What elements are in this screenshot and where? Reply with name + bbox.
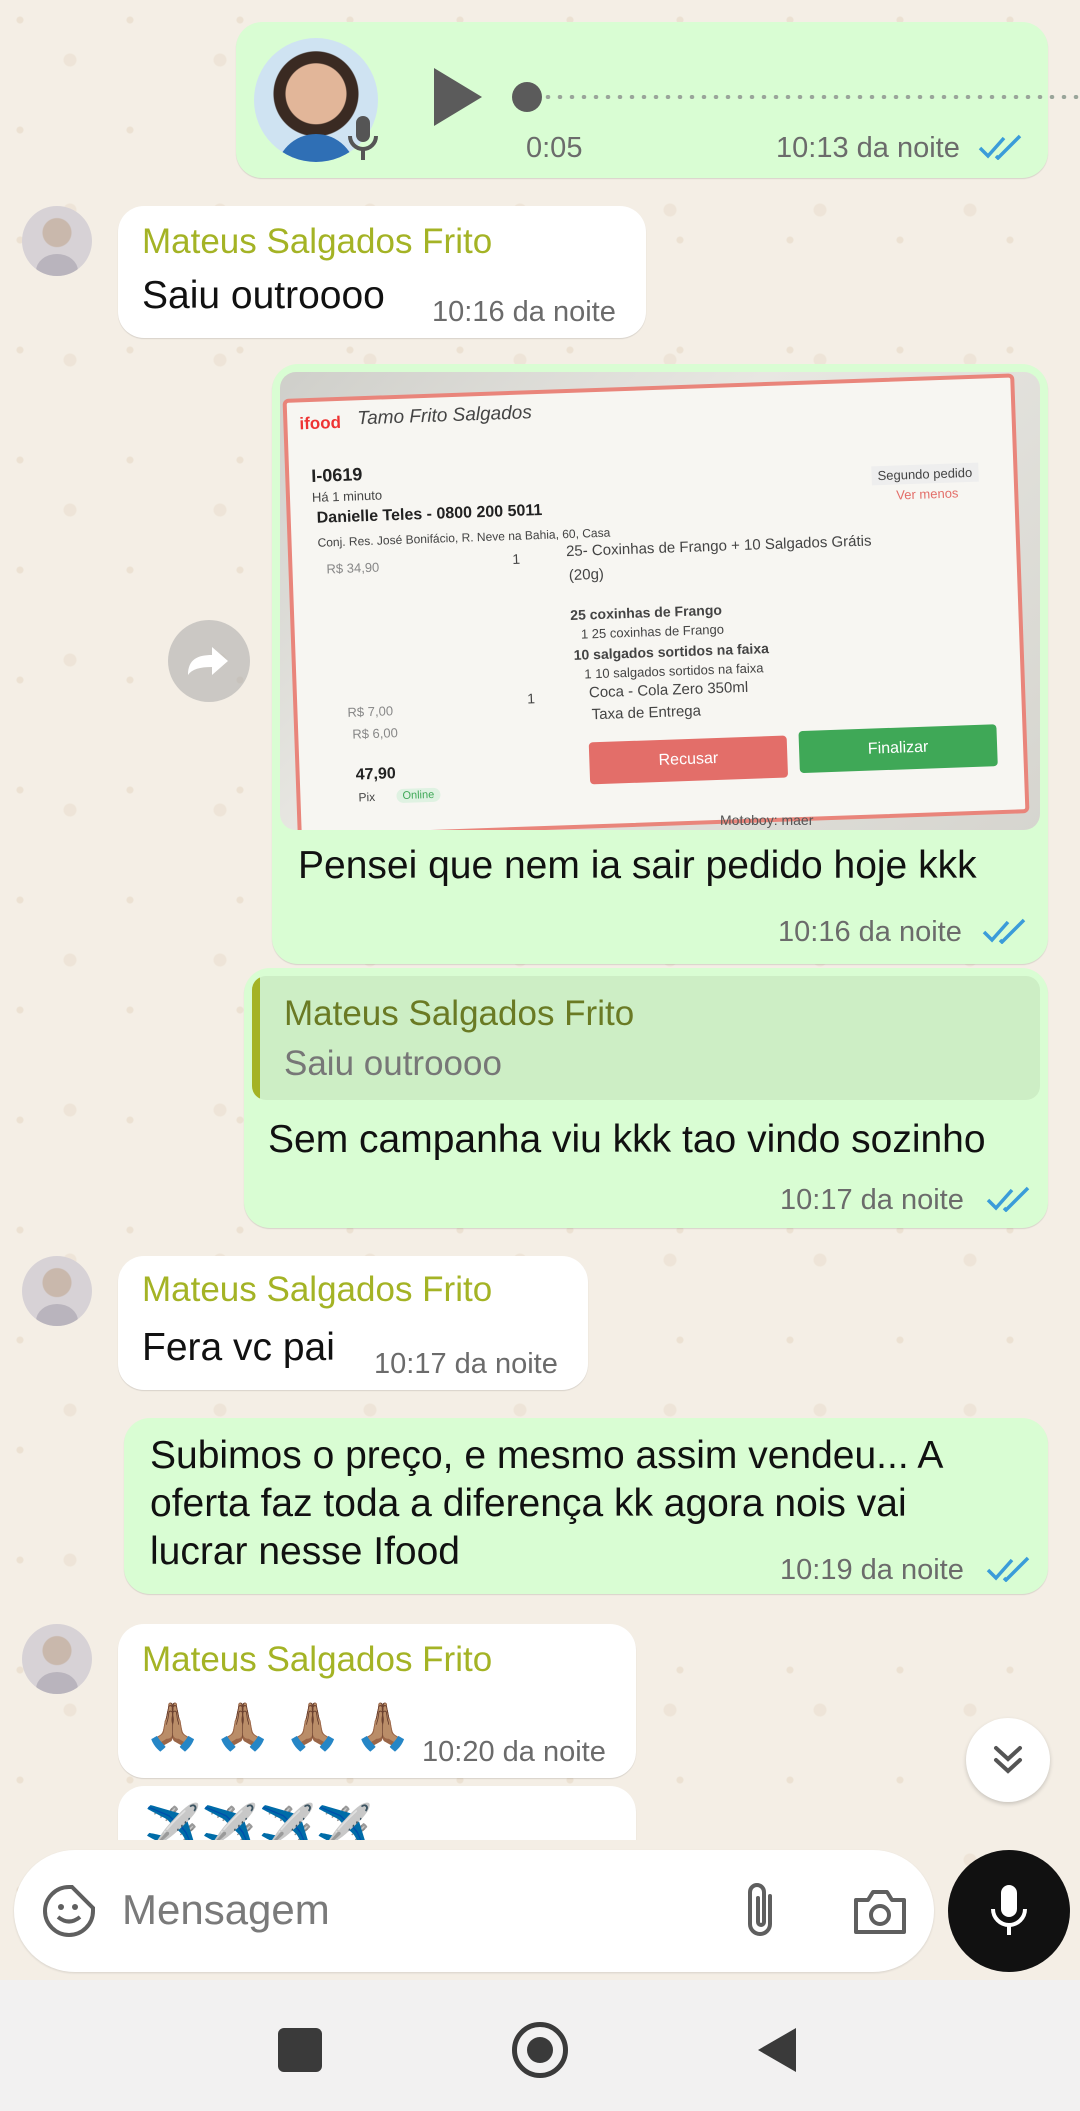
message-line: lucrar nesse Ifood	[150, 1530, 461, 1573]
voice-message-bubble[interactable]: 0:05 10:13 da noite	[236, 22, 1080, 178]
message-time: 10:16 da noite	[778, 916, 962, 948]
mic-icon	[346, 114, 380, 169]
quoted-sender: Mateus Salgados Frito	[284, 994, 635, 1033]
quoted-text: Saiu outroooo	[284, 1044, 502, 1083]
voice-record-button[interactable]	[948, 1850, 1070, 1972]
scroll-to-bottom-button[interactable]	[966, 1718, 1050, 1802]
drink-price: R$ 7,00	[347, 703, 394, 720]
item-qty: 1	[511, 550, 521, 567]
message-composer[interactable]: Mensagem	[14, 1850, 934, 1972]
photo-footer-text: Motoboy: maer	[720, 812, 814, 828]
photo-message-bubble[interactable]: ifood Tamo Frito Salgados I-0619 Há 1 mi…	[272, 364, 1048, 964]
message-line: oferta faz toda a diferença kk agora noi…	[150, 1482, 907, 1525]
chat-area[interactable]: 0:05 10:13 da noite Mateus Salgados Frit…	[0, 0, 1080, 1840]
sender-name[interactable]: Mateus Salgados Frito	[142, 1270, 492, 1310]
home-icon[interactable]	[512, 2022, 568, 2078]
item-name: 25- Coxinhas de Frango + 10 Salgados Grá…	[565, 532, 872, 561]
drink-name: Coca - Cola Zero 350ml	[588, 678, 749, 702]
sender-name[interactable]: Mateus Salgados Frito	[142, 222, 492, 262]
incoming-message-bubble[interactable]: Mateus Salgados Frito 🙏🏽 🙏🏽 🙏🏽 🙏🏽 10:20 …	[118, 1624, 636, 1778]
payment-method: Pix	[358, 789, 376, 805]
sticker-icon[interactable]	[42, 1884, 96, 1943]
item-option: 10 salgados sortidos na faixa	[573, 640, 770, 663]
avatar[interactable]	[22, 1624, 92, 1694]
message-time: 10:16 da noite	[432, 296, 616, 328]
message-text: Sem campanha viu kkk tao vindo sozinho	[268, 1118, 986, 1161]
item-size: (20g)	[568, 565, 605, 585]
audio-waveform[interactable]	[542, 95, 1080, 99]
see-less-link: Ver menos	[896, 485, 959, 503]
finish-order-button: Finalizar	[798, 724, 998, 774]
read-ticks-icon	[986, 1556, 1032, 1583]
message-time: 10:19 da noite	[780, 1554, 964, 1586]
read-ticks-icon	[978, 134, 1024, 161]
ifood-logo: ifood	[299, 412, 342, 434]
message-time: 10:17 da noite	[780, 1184, 964, 1216]
message-time: 10:17 da noite	[374, 1348, 558, 1380]
order-time: Há 1 minuto	[311, 487, 383, 505]
forward-icon	[188, 647, 228, 675]
mic-icon	[991, 1885, 1027, 1935]
incoming-message-bubble[interactable]: Mateus Salgados Frito Fera vc pai 10:17 …	[118, 1256, 588, 1390]
payment-badge: Online	[396, 787, 441, 804]
customer-name: Danielle Teles - 0800 200 5011	[316, 501, 543, 527]
message-line: Subimos o preço, e mesmo assim vendeu...…	[150, 1434, 944, 1477]
item-price: R$ 34,90	[326, 559, 380, 577]
quoted-message[interactable]: Mateus Salgados Frito Saiu outroooo	[252, 976, 1040, 1100]
avatar[interactable]	[22, 206, 92, 276]
message-emoji: ✈️✈️✈️✈️	[144, 1802, 374, 1840]
message-input[interactable]: Mensagem	[122, 1886, 330, 1934]
camera-icon[interactable]	[852, 1886, 908, 1941]
item-option-detail: 1 25 coxinhas de Frango	[580, 621, 725, 642]
store-name: Tamo Frito Salgados	[356, 402, 533, 430]
message-text: Saiu outroooo	[142, 274, 385, 317]
recents-icon[interactable]	[278, 2028, 322, 2072]
fee-price: R$ 6,00	[352, 725, 399, 742]
order-screen: ifood Tamo Frito Salgados I-0619 Há 1 mi…	[282, 373, 1030, 830]
message-time: 10:13 da noite	[776, 132, 960, 164]
fee-name: Taxa de Entrega	[591, 702, 702, 724]
voice-duration: 0:05	[526, 132, 583, 164]
order-id: I-0619	[310, 464, 363, 486]
play-icon[interactable]	[430, 66, 486, 133]
sender-name[interactable]: Mateus Salgados Frito	[142, 1640, 492, 1680]
message-time: 10:20 da noite	[422, 1736, 606, 1768]
message-emoji: 🙏🏽 🙏🏽 🙏🏽 🙏🏽	[144, 1700, 412, 1752]
item-option: 25 coxinhas de Frango	[569, 601, 723, 623]
drink-qty: 1	[526, 690, 536, 707]
reply-message-bubble[interactable]: Mateus Salgados Frito Saiu outroooo Sem …	[244, 968, 1048, 1228]
order-badge: Segundo pedido	[871, 462, 979, 486]
back-icon[interactable]	[752, 2024, 800, 2081]
forward-button[interactable]	[168, 620, 250, 702]
order-total: 47,90	[355, 765, 397, 784]
incoming-message-bubble[interactable]: ✈️✈️✈️✈️	[118, 1786, 636, 1840]
read-ticks-icon	[986, 1186, 1032, 1213]
incoming-message-bubble[interactable]: Mateus Salgados Frito Saiu outroooo 10:1…	[118, 206, 646, 338]
audio-progress-dot[interactable]	[512, 82, 542, 112]
avatar[interactable]	[22, 1256, 92, 1326]
order-photo[interactable]: ifood Tamo Frito Salgados I-0619 Há 1 mi…	[280, 372, 1040, 830]
system-nav-bar	[0, 1980, 1080, 2111]
attach-icon[interactable]	[740, 1880, 784, 1945]
message-text: Fera vc pai	[142, 1326, 335, 1369]
reject-order-button: Recusar	[588, 735, 789, 785]
double-chevron-down-icon	[994, 1746, 1022, 1774]
read-ticks-icon	[982, 918, 1028, 945]
outgoing-message-bubble[interactable]: Subimos o preço, e mesmo assim vendeu...…	[124, 1418, 1048, 1594]
message-text: Pensei que nem ia sair pedido hoje kkk	[298, 844, 977, 887]
